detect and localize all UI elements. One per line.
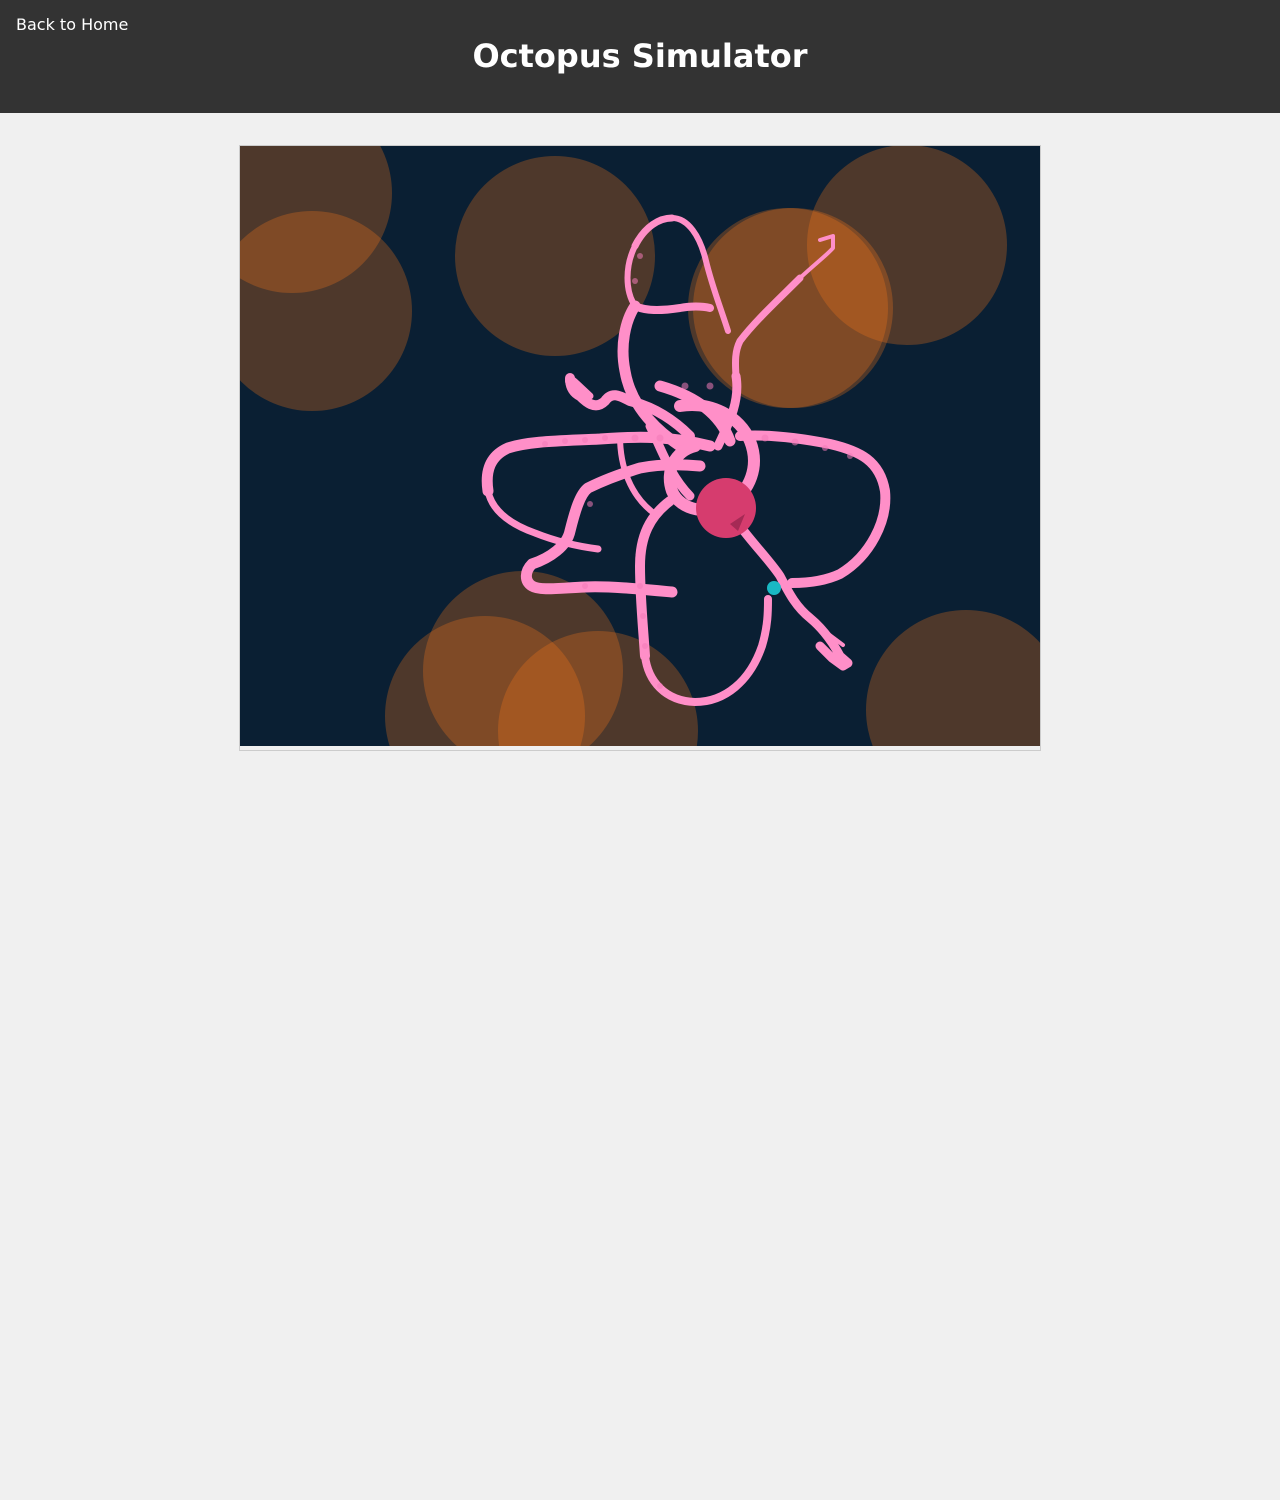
sucker	[632, 278, 638, 284]
sucker	[791, 438, 799, 446]
sucker	[656, 434, 664, 442]
sucker	[562, 438, 568, 444]
back-to-home-link[interactable]: Back to Home	[16, 15, 128, 35]
simulation-canvas[interactable]	[240, 146, 1040, 746]
sucker	[681, 382, 689, 390]
sucker	[847, 453, 853, 459]
octopus-head[interactable]	[696, 478, 756, 538]
light-pool	[807, 146, 1007, 345]
sucker	[602, 435, 608, 441]
sucker	[637, 253, 643, 259]
prey-fish[interactable]	[767, 581, 781, 595]
canvas-bottom-strip	[240, 746, 1040, 750]
sucker	[642, 643, 648, 649]
sucker	[637, 583, 643, 589]
sucker	[542, 441, 548, 447]
sucker	[631, 434, 639, 442]
sucker	[761, 434, 769, 442]
page-title: Octopus Simulator	[472, 37, 808, 75]
sucker	[582, 583, 588, 589]
site-header: Back to Home Octopus Simulator	[0, 0, 1280, 113]
sucker	[706, 382, 714, 390]
sucker	[640, 613, 646, 619]
sucker	[822, 445, 828, 451]
sucker	[657, 683, 663, 689]
tentacle	[631, 302, 714, 315]
sucker	[587, 501, 593, 507]
sucker	[582, 437, 588, 443]
simulation-frame	[239, 145, 1041, 751]
